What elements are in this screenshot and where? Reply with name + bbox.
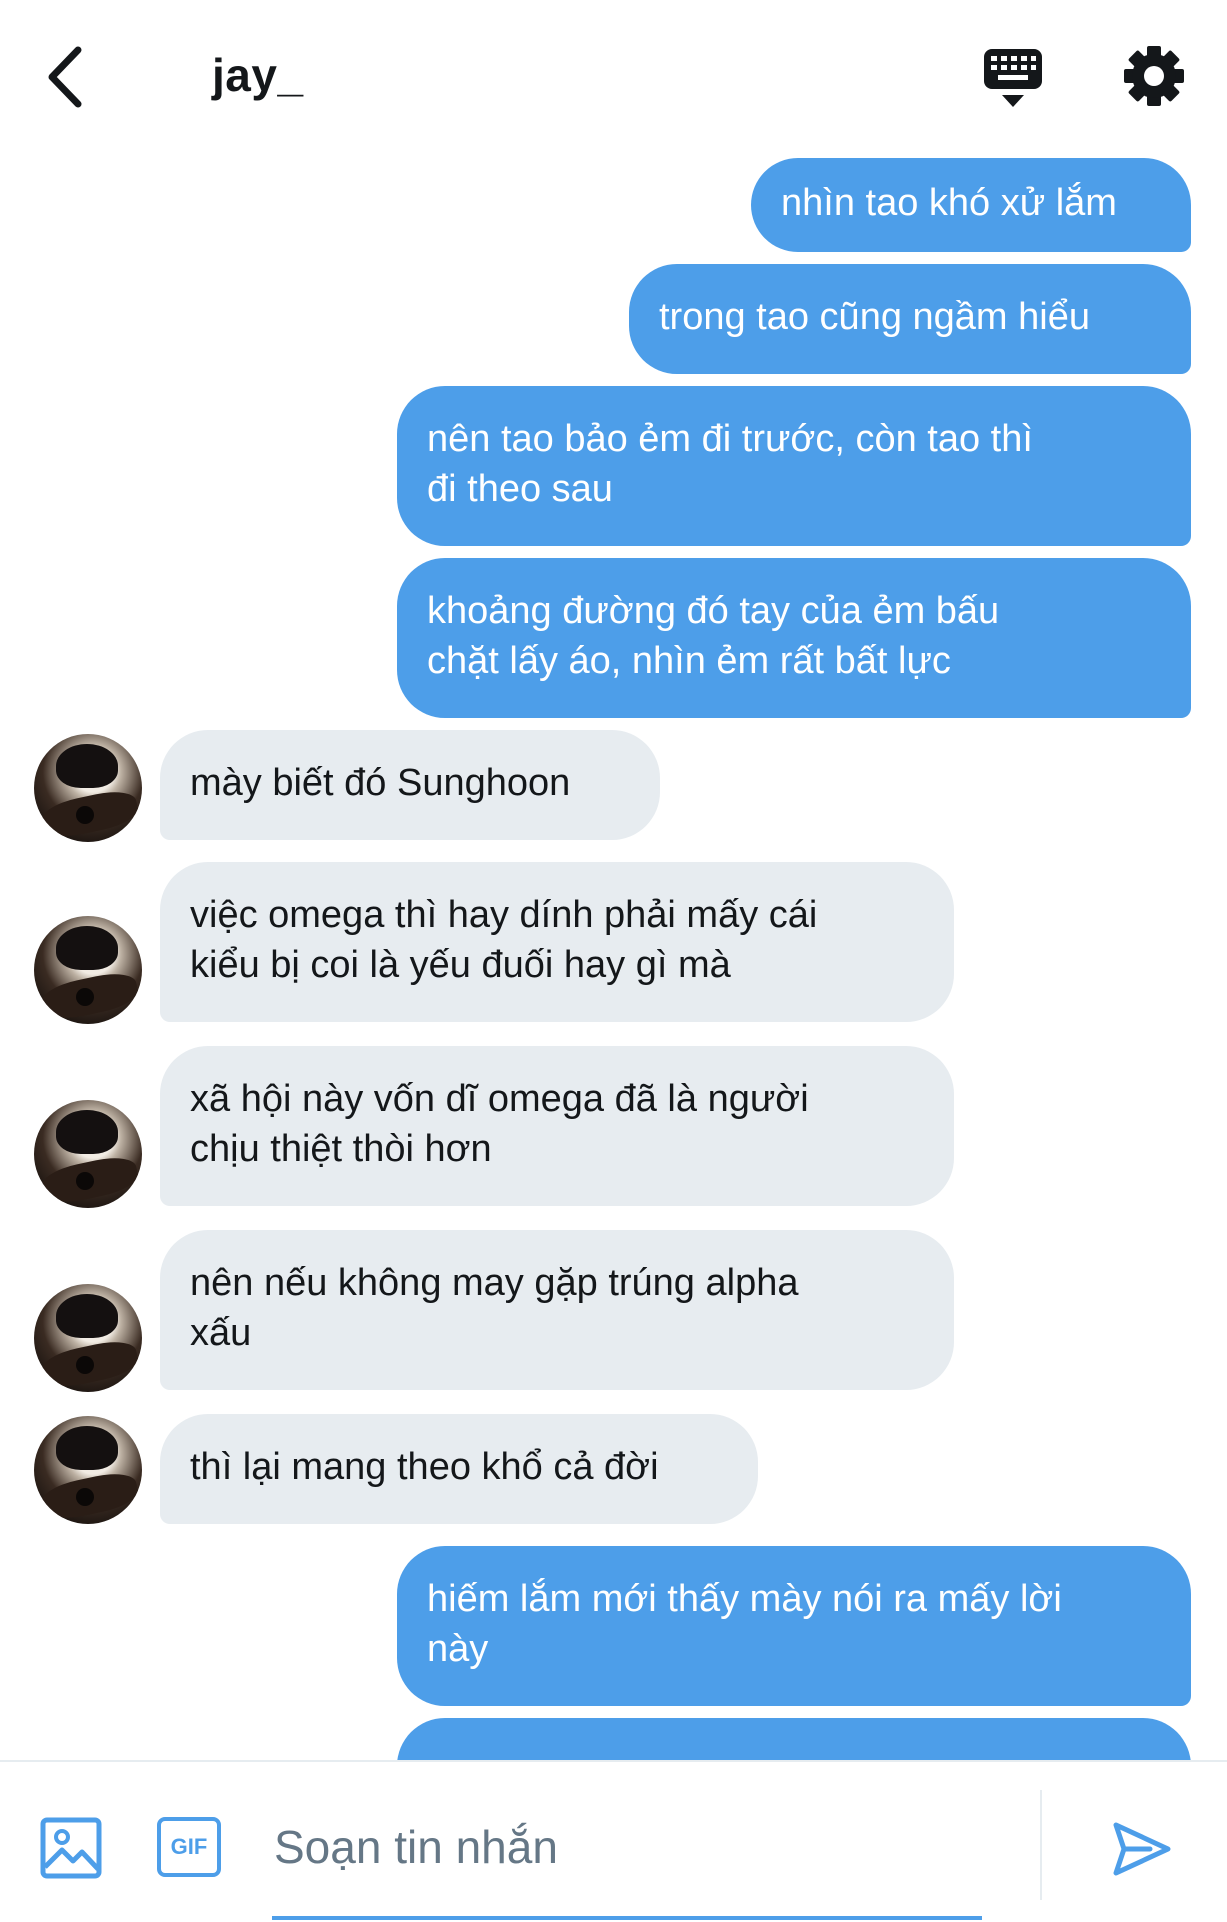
message-list[interactable]: nhìn tao khó xử lắm trong tao cũng ngầm … xyxy=(0,150,1227,1760)
message-bubble-sent[interactable]: nhìn tao khó xử lắm xyxy=(751,158,1191,252)
message-bubble-received[interactable]: việc omega thì hay dính phải mấy cái kiể… xyxy=(160,862,954,1022)
message-bubble-received[interactable]: thì lại mang theo khổ cả đời xyxy=(160,1414,758,1524)
image-icon xyxy=(40,1817,102,1879)
message-bubble-sent[interactable] xyxy=(397,1718,1191,1760)
message-bubble-received[interactable]: xã hội này vốn dĩ omega đã là người chịu… xyxy=(160,1046,954,1206)
message-bubble-sent[interactable]: trong tao cũng ngầm hiểu xyxy=(629,264,1191,374)
avatar[interactable] xyxy=(34,1100,142,1208)
message-bubble-sent[interactable]: hiếm lắm mới thấy mày nói ra mấy lời này xyxy=(397,1546,1191,1706)
keyboard-icon xyxy=(984,49,1042,107)
add-gif-button[interactable]: GIF xyxy=(157,1817,221,1877)
avatar[interactable] xyxy=(34,1416,142,1524)
input-underline xyxy=(272,1916,982,1920)
keyboard-button[interactable] xyxy=(980,45,1046,111)
message-bubble-sent[interactable]: nên tao bảo ẻm đi trước, còn tao thì đi … xyxy=(397,386,1191,546)
gear-icon xyxy=(1124,46,1184,106)
send-button[interactable] xyxy=(1110,1817,1174,1881)
message-bubble-received[interactable]: nên nếu không may gặp trúng alpha xấu xyxy=(160,1230,954,1390)
composer-bar: GIF xyxy=(0,1760,1227,1922)
avatar[interactable] xyxy=(34,1284,142,1392)
back-button[interactable] xyxy=(42,42,92,112)
avatar[interactable] xyxy=(34,916,142,1024)
conversation-header: jay_ xyxy=(0,0,1227,150)
avatar[interactable] xyxy=(34,734,142,842)
add-image-button[interactable] xyxy=(40,1817,102,1879)
chevron-left-icon xyxy=(48,46,82,108)
divider xyxy=(1040,1790,1042,1900)
message-bubble-sent[interactable]: khoảng đường đó tay của ẻm bấu chặt lấy … xyxy=(397,558,1191,718)
conversation-title: jay_ xyxy=(212,49,304,101)
message-input[interactable] xyxy=(272,1810,986,1884)
settings-button[interactable] xyxy=(1122,44,1186,108)
message-bubble-received[interactable]: mày biết đó Sunghoon xyxy=(160,730,660,840)
send-icon xyxy=(1113,1822,1171,1876)
gif-icon: GIF xyxy=(170,1834,208,1859)
